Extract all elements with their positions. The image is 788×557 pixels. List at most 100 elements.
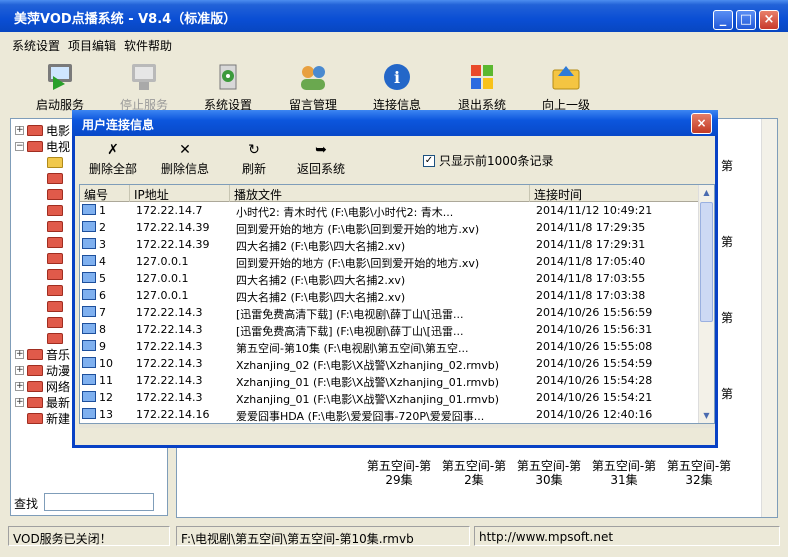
computer-icon [82,340,96,351]
tree-subitem[interactable] [47,250,63,266]
table-row[interactable]: 8 172.22.14.3 [迅雷免费高清下载] (F:\电视剧\薛丁山\[迅雷..… [80,322,700,339]
tree-item-network[interactable]: + 网络 [15,378,70,394]
folder-up-button[interactable]: 向上一级 [526,62,606,113]
tree-item-music[interactable]: + 音乐 [15,346,70,362]
row-time: 2014/10/26 15:54:59 [536,357,653,370]
table-row[interactable]: 9 172.22.14.3 第五空间-第10集 (F:\电视剧\第五空间\第五空..… [80,339,700,356]
tree-subitem[interactable] [47,330,63,346]
expand-icon[interactable]: + [15,381,24,391]
table-row[interactable]: 2 172.22.14.39 回到爱开始的地方 (F:\电影\回到爱开始的地方.xv… [80,220,700,237]
table-row[interactable]: 11 172.22.14.3 Xzhanjing_01 (F:\电影\X战警\Xzh… [80,373,700,390]
tree-subitem[interactable] [47,234,63,250]
row-file: 爱爱囧事HDA (F:\电影\爱爱囧事-720P\爱爱囧事... [236,410,485,423]
start-service-button[interactable]: 启动服务 [20,62,100,113]
table-row[interactable]: 6 127.0.0.1 四大名捕2 (F:\电影\四大名捕2.xv) 2014/11/… [80,288,700,305]
row-id: 11 [82,374,130,387]
horizontal-scrollbar[interactable] [79,424,715,428]
menu-help[interactable]: 软件帮助 [116,34,172,54]
messages-icon [296,62,330,92]
row-ip: 172.22.14.7 [136,204,203,217]
episode-item[interactable]: 第五空间-第 2集 [438,459,510,487]
maximize-button[interactable]: □ [736,10,756,30]
tree-subitem[interactable] [47,314,63,330]
table-row[interactable]: 10 172.22.14.3 Xzhanjing_02 (F:\电影\X战警\Xzh… [80,356,700,373]
table-header: 编号 IP地址 播放文件 连接时间 [80,185,700,202]
table-row[interactable]: 7 172.22.14.3 [迅雷免费高清下载] (F:\电视剧\薛丁山\[迅雷..… [80,305,700,322]
column-header-ip[interactable]: IP地址 [130,185,230,202]
stop-service-button[interactable]: 停止服务 [104,62,184,113]
return-button[interactable]: ➥ 返回系统 [297,142,345,177]
only-1000-checkbox[interactable]: ✓ 只显示前1000条记录 [423,152,554,169]
expand-icon[interactable]: + [15,349,24,359]
scrollbar-thumb[interactable] [700,202,713,322]
start-service-icon [43,62,77,92]
episode-partial-label: 第 [721,311,734,325]
tree-subitem[interactable] [47,154,63,170]
row-id: 9 [82,340,130,353]
column-header-id[interactable]: 编号 [80,185,130,202]
row-file: [迅雷免费高清下载] (F:\电视剧\薛丁山\[迅雷... [236,325,464,338]
table-row[interactable]: 13 172.22.14.16 爱爱囧事HDA (F:\电影\爱爱囧事-720P\爱… [80,407,700,423]
search-input[interactable] [44,493,154,511]
table-row[interactable]: 12 172.22.14.3 Xzhanjing_01 (F:\电影\X战警\Xzh… [80,390,700,407]
row-file: Xzhanjing_01 (F:\电影\X战警\Xzhanjing_01.rmv… [236,393,500,406]
exit-button[interactable]: 退出系统 [442,62,522,113]
tree-item-latest[interactable]: + 最新 [15,394,70,410]
table-row[interactable]: 3 172.22.14.39 四大名捕2 (F:\电影\四大名捕2.xv) 2014/… [80,237,700,254]
table-row[interactable]: 4 127.0.0.1 回到爱开始的地方 (F:\电影\回到爱开始的地方.xv) 20… [80,254,700,271]
svg-text:i: i [394,68,400,87]
tree-subitem[interactable] [47,266,63,282]
minimize-button[interactable]: _ [713,10,733,30]
column-header-file[interactable]: 播放文件 [230,185,530,202]
column-header-time[interactable]: 连接时间 [530,185,700,202]
exit-icon [465,62,499,92]
table-scrollbar[interactable]: ▲ ▼ [698,185,714,423]
row-ip: 127.0.0.1 [136,272,189,285]
tree-subitem[interactable] [47,186,63,202]
delete-all-button[interactable]: ✗ 删除全部 [89,142,137,177]
tree-item-movies[interactable]: + 电影 [15,122,70,138]
delete-info-button[interactable]: ✕ 删除信息 [161,142,209,177]
checkmark-icon: ✓ [423,154,435,167]
collapse-icon[interactable]: − [15,141,24,151]
menu-project-edit[interactable]: 项目编辑 [60,34,116,54]
row-file: 第五空间-第10集 (F:\电视剧\第五空间\第五空... [236,342,469,355]
expand-icon[interactable]: + [15,365,24,375]
menu-system-settings[interactable]: 系统设置 [0,34,60,54]
tree-subitem[interactable] [47,202,63,218]
row-id: 7 [82,306,130,319]
expand-icon[interactable]: + [15,397,24,407]
connection-info-button[interactable]: i 连接信息 [357,62,437,113]
tree-subitem[interactable] [47,218,63,234]
folder-up-icon [549,62,583,92]
refresh-button[interactable]: ↻ 刷新 [242,142,266,177]
scroll-down-icon[interactable]: ▼ [699,408,714,423]
expand-icon[interactable]: + [15,125,24,135]
table-row[interactable]: 5 127.0.0.1 四大名捕2 (F:\电影\四大名捕2.xv) 2014/11/… [80,271,700,288]
episode-item[interactable]: 第五空间-第 29集 [363,459,435,487]
tree-subitem[interactable] [47,170,63,186]
episode-item[interactable]: 第五空间-第 30集 [513,459,585,487]
scroll-up-icon[interactable]: ▲ [699,185,714,200]
settings-button[interactable]: 系统设置 [188,62,268,113]
table-row[interactable]: 1 172.22.14.7 小时代2: 青木时代 (F:\电影\小时代2: 青木..… [80,203,700,220]
computer-icon [82,408,96,419]
tree-item-new[interactable]: 新建 [27,410,70,426]
right-scrollbar[interactable] [761,119,777,517]
connection-info-dialog: 用户连接信息 × ✗ 删除全部 ✕ 删除信息 ↻ 刷新 ➥ 返回系统 ✓ 只显示… [72,110,718,448]
dialog-titlebar: 用户连接信息 × [72,110,718,136]
website-link[interactable]: http://www.mpsoft.net [474,526,780,546]
close-button[interactable]: × [759,10,779,30]
episode-item[interactable]: 第五空间-第 32集 [663,459,735,487]
dialog-close-button[interactable]: × [691,113,712,134]
tree-subitem[interactable] [47,282,63,298]
tree-item-tv[interactable]: − 电视 [15,138,70,154]
tree-subitem[interactable] [47,298,63,314]
row-time: 2014/11/8 17:05:40 [536,255,646,268]
delete-icon: ✕ [179,142,191,158]
messages-button[interactable]: 留言管理 [273,62,353,113]
row-id: 3 [82,238,130,251]
tree-item-anime[interactable]: + 动漫 [15,362,70,378]
status-bar: VOD服务已关闭！ F:\电视剧\第五空间\第五空间-第10集.rmvb htt… [0,524,788,546]
episode-item[interactable]: 第五空间-第 31集 [588,459,660,487]
